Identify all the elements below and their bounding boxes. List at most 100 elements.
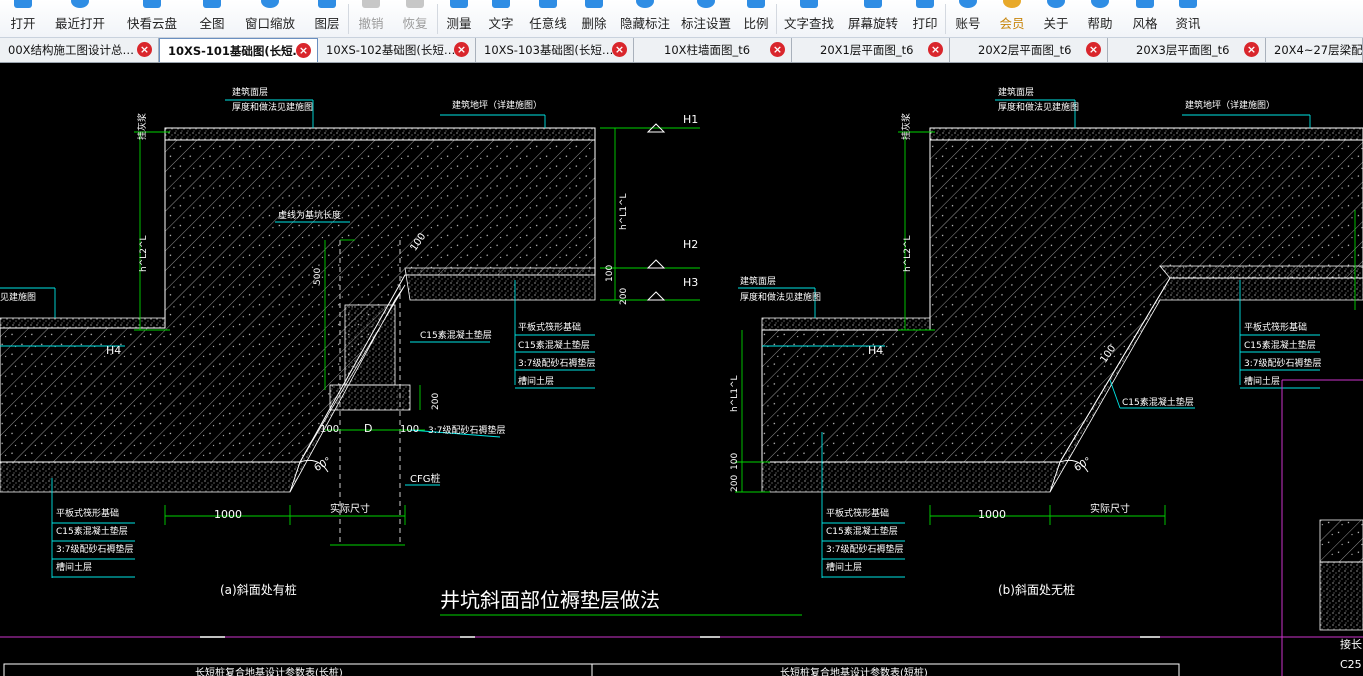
close-icon[interactable]: × — [137, 42, 152, 57]
close-icon[interactable]: × — [928, 42, 943, 57]
label-h3: H3 — [683, 276, 698, 289]
account-button[interactable]: 账号 — [946, 0, 990, 38]
news-icon — [1179, 0, 1197, 8]
about-button[interactable]: 关于 — [1034, 0, 1078, 38]
close-icon[interactable]: × — [296, 43, 311, 58]
help-icon — [1091, 0, 1109, 8]
close-icon[interactable]: × — [1244, 42, 1259, 57]
scale-button[interactable]: 比例 — [736, 0, 776, 38]
pile-cfg — [344, 304, 396, 386]
concrete-hatch-b — [761, 139, 1363, 463]
drawing-main-title: 井坑斜面部位褥垫层做法 — [440, 588, 660, 612]
annotation-settings-button[interactable]: 标注设置 — [676, 0, 736, 38]
vip-button[interactable]: 会员 — [990, 0, 1034, 38]
label-floor-slab: 建筑地坪（详建施图） — [452, 99, 542, 111]
layers-button[interactable]: 图层 — [306, 0, 348, 38]
legend-right-a-2: C15素混凝土垫层 — [518, 339, 590, 351]
label-surface-layer: 建筑面层 — [232, 86, 268, 98]
legend-bottom-a-3: 3:7级配砂石褥垫层 — [56, 543, 134, 555]
tab-document[interactable]: 20X2层平面图_t6 × — [950, 38, 1108, 62]
cloud-disk-button[interactable]: 快看云盘 — [114, 0, 190, 38]
dim-h2-b: h^L2^L — [903, 235, 913, 272]
table-title-short-pile: 长短桩复合地基设计参数表(短桩) — [780, 666, 928, 676]
tab-document[interactable]: 00X结构施工图设计总… × — [0, 38, 159, 62]
label-mid-note-b: 厚度和做法见建施图 — [740, 291, 821, 303]
legend-bottom-b-3: 3:7级配砂石褥垫层 — [826, 543, 904, 555]
label-cfg-pile: CFG桩 — [410, 472, 440, 485]
about-icon — [1047, 0, 1065, 8]
free-line-icon — [539, 0, 557, 8]
undo-button[interactable]: 撤销 — [349, 0, 393, 38]
dim-pile-right: 100 — [400, 424, 419, 435]
close-icon[interactable]: × — [1086, 42, 1101, 57]
print-button[interactable]: 打印 — [905, 0, 945, 38]
text-button[interactable]: 文字 — [480, 0, 522, 38]
legend-right-a-1: 平板式筏形基础 — [518, 321, 581, 333]
dim-500-a: 500 — [313, 268, 323, 285]
redo-icon — [406, 0, 424, 8]
bottom-cushion — [0, 461, 301, 493]
delete-button[interactable]: 删除 — [574, 0, 614, 38]
label-h2: H2 — [683, 238, 698, 251]
legend-bottom-a-4: 槽间土层 — [56, 561, 92, 573]
surface-layer-b — [929, 127, 1363, 141]
cad-drawing: 建筑面层 厚度和做法见建施图 建筑地坪（详建施图） 见建施图 虚线为基坑长度 C… — [0, 86, 1363, 676]
mid-surface-layer-b — [1159, 265, 1363, 279]
dim-actual-a: 实际尺寸 — [330, 502, 370, 515]
label-surface-note: 厚度和做法见建施图 — [232, 101, 313, 113]
open-button[interactable]: 打开 — [0, 0, 46, 38]
window-zoom-button[interactable]: 窗口缩放 — [234, 0, 306, 38]
dim-200-b: 200 — [730, 475, 740, 492]
tab-document[interactable]: 10XS-102基础图(长短… × — [318, 38, 476, 62]
vip-icon — [1003, 0, 1021, 8]
document-tabs: 00X结构施工图设计总… × 10XS-101基础图(长短… × 10XS-102基… — [0, 38, 1363, 63]
style-button[interactable]: 风格 — [1122, 0, 1168, 38]
close-icon[interactable]: × — [770, 42, 785, 57]
mid-surface-layer — [404, 267, 596, 301]
close-icon[interactable]: × — [454, 42, 469, 57]
recent-open-button[interactable]: 最近打开 — [46, 0, 114, 38]
dim-h1-b: h^L1^L — [730, 375, 740, 412]
measure-icon — [450, 0, 468, 8]
label-c15-b: C15素混凝土垫层 — [1122, 396, 1194, 408]
undo-icon — [362, 0, 380, 8]
partial-hatch-right — [1319, 519, 1363, 563]
dim-pile-d: D — [364, 422, 372, 435]
annotation-settings-icon — [697, 0, 715, 8]
free-line-button[interactable]: 任意线 — [522, 0, 574, 38]
measure-button[interactable]: 测量 — [438, 0, 480, 38]
label-surface-layer-b: 建筑面层 — [998, 86, 1034, 98]
account-icon — [959, 0, 977, 8]
tab-document-active[interactable]: 10XS-101基础图(长短… × — [159, 38, 318, 62]
screen-rotate-button[interactable]: 屏幕旋转 — [841, 0, 905, 38]
tab-document[interactable]: 20X1层平面图_t6 × — [792, 38, 950, 62]
concrete-hatch — [0, 139, 596, 463]
partial-cushion-right — [1319, 561, 1363, 631]
legend-bottom-a-1: 平板式筏形基础 — [56, 507, 119, 519]
cad-drawing-canvas[interactable]: 建筑面层 厚度和做法见建施图 建筑地坪（详建施图） 见建施图 虚线为基坑长度 C… — [0, 64, 1363, 676]
redo-button[interactable]: 恢复 — [393, 0, 437, 38]
legend-right-a-4: 槽间土层 — [518, 375, 554, 387]
tab-document[interactable]: 10XS-103基础图(长短… × — [476, 38, 634, 62]
label-h1: H1 — [683, 113, 698, 126]
hide-annotation-button[interactable]: 隐藏标注 — [614, 0, 676, 38]
dim-1000-a: 1000 — [214, 508, 242, 521]
label-gravel: 3:7级配砂石褥垫层 — [428, 424, 506, 436]
label-surface-note-b: 厚度和做法见建施图 — [998, 101, 1079, 113]
tab-document[interactable]: 10X柱墙面图_t6 × — [634, 38, 792, 62]
full-view-button[interactable]: 全图 — [190, 0, 234, 38]
close-icon[interactable]: × — [612, 42, 627, 57]
help-button[interactable]: 帮助 — [1078, 0, 1122, 38]
detail-b: 建筑面层 厚度和做法见建施图 建筑地坪（详建施图） 建筑面层 厚度和做法见建施图… — [730, 86, 1363, 676]
legend-bottom-a-2: C15素混凝土垫层 — [56, 525, 128, 537]
style-icon — [1136, 0, 1154, 8]
dim-actual-b: 实际尺寸 — [1090, 502, 1130, 515]
legend-bottom-b-1: 平板式筏形基础 — [826, 507, 889, 519]
tab-document[interactable]: 20X3层平面图_t6 × — [1108, 38, 1266, 62]
legend-bottom-b-2: C15素混凝土垫层 — [826, 525, 898, 537]
cloud-disk-icon — [143, 0, 161, 8]
tab-document[interactable]: 20X4~27层梁配筋 — [1266, 38, 1363, 62]
news-button[interactable]: 资讯 — [1168, 0, 1208, 38]
text-search-button[interactable]: 文字查找 — [777, 0, 841, 38]
label-h4-b: H4 — [868, 344, 883, 357]
